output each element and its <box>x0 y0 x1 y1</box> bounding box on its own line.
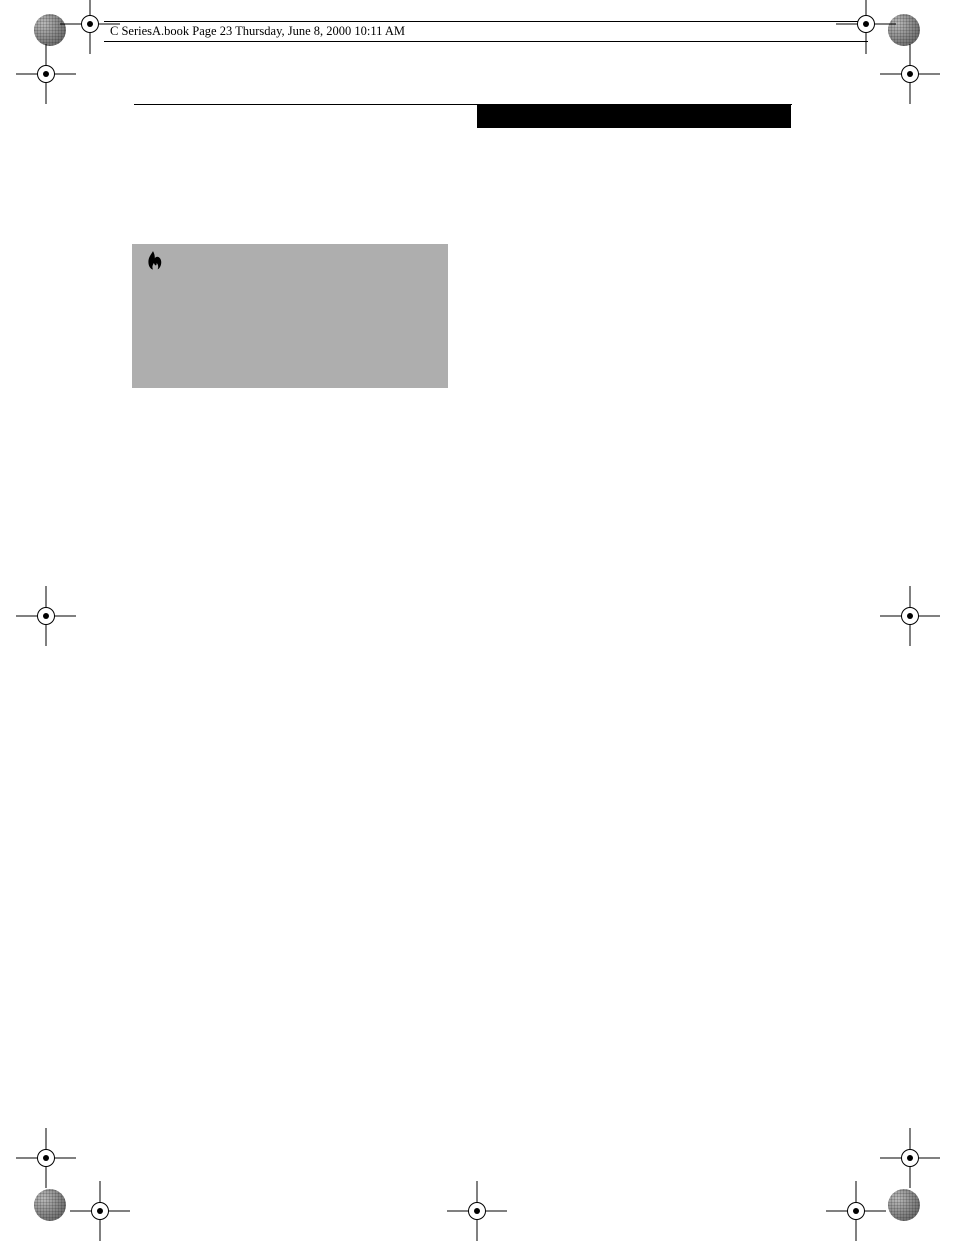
crop-mark-icon <box>16 586 76 646</box>
caution-callout <box>132 244 448 388</box>
section-title-bar <box>477 105 791 128</box>
sphere-globe-icon <box>888 1189 920 1221</box>
header-rule-top <box>104 21 868 22</box>
crop-mark-icon <box>880 586 940 646</box>
crop-mark-icon <box>16 1128 76 1188</box>
header-rule-bottom <box>104 41 868 42</box>
crop-mark-icon <box>880 1128 940 1188</box>
sphere-globe-icon <box>34 1189 66 1221</box>
crop-mark-icon <box>70 1181 130 1241</box>
crop-mark-icon <box>16 44 76 104</box>
header-meta-text: C SeriesA.book Page 23 Thursday, June 8,… <box>110 24 405 39</box>
crop-mark-icon <box>447 1181 507 1241</box>
crop-mark-icon <box>880 44 940 104</box>
flame-icon <box>142 250 164 276</box>
crop-mark-icon <box>826 1181 886 1241</box>
